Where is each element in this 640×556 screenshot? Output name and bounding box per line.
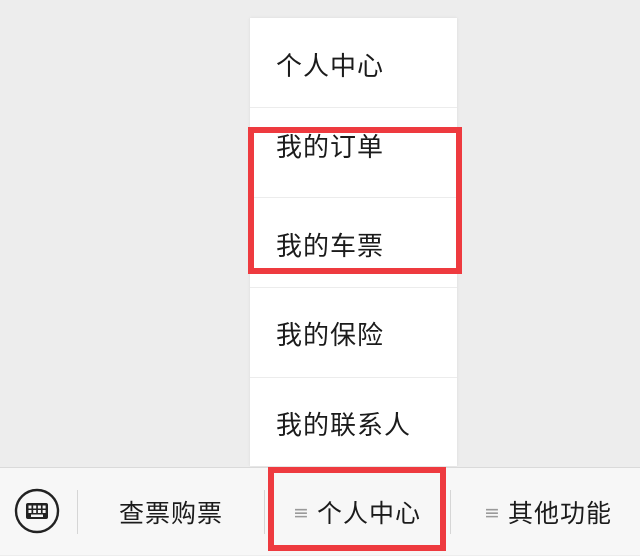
- tab-label: 其他功能: [507, 499, 612, 528]
- submenu-item-label: 我的保险: [276, 321, 385, 351]
- bottom-menu-bar: 查票购票 ≡ 个人中心 ≡ 其他功能: [0, 467, 640, 555]
- menu-lines-icon: ≡: [293, 502, 310, 524]
- tab-other-functions[interactable]: ≡ 其他功能: [456, 468, 640, 556]
- tab-label: 个人中心: [316, 499, 421, 528]
- menu-lines-icon: ≡: [484, 502, 501, 524]
- menu-divider: [450, 490, 451, 534]
- tab-label: 查票购票: [118, 499, 223, 528]
- submenu-item-label: 个人中心: [276, 52, 385, 82]
- submenu-item-my-insurance[interactable]: 我的保险: [250, 288, 457, 378]
- keyboard-toggle-button[interactable]: [14, 488, 60, 534]
- submenu-item-personal-center[interactable]: 个人中心: [250, 18, 457, 108]
- tab-personal-center[interactable]: ≡ 个人中心: [272, 468, 442, 556]
- tab-ticket-search[interactable]: 查票购票: [78, 468, 264, 556]
- submenu-item-my-tickets[interactable]: 我的车票: [250, 198, 457, 288]
- menu-divider: [264, 490, 265, 534]
- submenu-popup: 个人中心 我的订单 我的车票 我的保险 我的联系人: [250, 18, 457, 466]
- submenu-item-label: 我的车票: [276, 232, 385, 262]
- submenu-item-label: 我的订单: [276, 133, 385, 163]
- keyboard-icon: [14, 488, 60, 534]
- submenu-item-label: 我的联系人: [276, 410, 412, 441]
- submenu-item-my-orders[interactable]: 我的订单: [250, 108, 457, 198]
- submenu-item-my-contacts[interactable]: 我的联系人: [250, 378, 457, 466]
